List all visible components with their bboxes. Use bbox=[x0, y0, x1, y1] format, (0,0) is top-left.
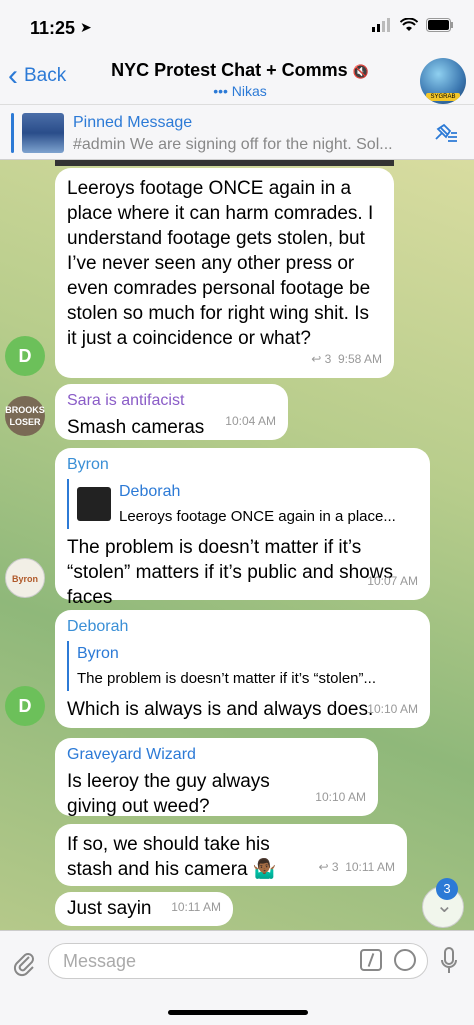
sender-name[interactable]: Deborah bbox=[67, 614, 418, 639]
avatar-badge: SYGRAB bbox=[426, 93, 460, 101]
replies-count[interactable]: ↩ 3 bbox=[311, 352, 331, 366]
back-label: Back bbox=[24, 65, 67, 86]
location-icon: ➤ bbox=[80, 19, 92, 35]
message-bubble[interactable]: Just sayin 10:11 AM bbox=[55, 892, 233, 926]
pinned-text: #admin We are signing off for the night.… bbox=[73, 136, 393, 153]
message-meta: ↩ 3 9:58 AM bbox=[311, 347, 382, 372]
reply-text: The problem is doesn’t matter if it’s “s… bbox=[77, 670, 377, 687]
avatar[interactable]: D bbox=[5, 686, 45, 726]
message-text: Leeroys footage ONCE again in a place wh… bbox=[67, 178, 374, 349]
reply-text: Leeroys footage ONCE again in a place... bbox=[119, 508, 396, 525]
message-text: If so, we should take his stash and his … bbox=[67, 834, 277, 880]
message-placeholder: Message bbox=[63, 951, 137, 971]
message-time: 10:04 AM bbox=[225, 414, 276, 428]
avatar[interactable]: BROOKS LOSER bbox=[5, 396, 45, 436]
chat-title: NYC Protest Chat + Comms 🔇 bbox=[111, 60, 369, 80]
unread-badge: 3 bbox=[436, 878, 458, 900]
battery-icon bbox=[426, 18, 453, 32]
message-time: 10:10 AM bbox=[367, 702, 418, 716]
back-button[interactable]: ‹ Back bbox=[8, 59, 67, 92]
message-bubble[interactable]: If so, we should take his stash and his … bbox=[55, 824, 407, 886]
sticker-icon[interactable] bbox=[394, 949, 416, 971]
replies-count[interactable]: ↩ 3 bbox=[318, 860, 338, 874]
message-time: 9:58 AM bbox=[337, 352, 382, 366]
pinned-indicator bbox=[11, 113, 14, 153]
reply-preview[interactable]: Deborah Leeroys footage ONCE again in a … bbox=[67, 479, 418, 529]
group-avatar[interactable]: SYGRAB bbox=[420, 58, 466, 104]
home-indicator bbox=[168, 1010, 308, 1015]
sender-name[interactable]: Graveyard Wizard bbox=[67, 742, 366, 767]
reply-thumbnail bbox=[77, 487, 111, 521]
microphone-icon[interactable] bbox=[440, 947, 458, 975]
pinned-title: Pinned Message bbox=[73, 114, 193, 131]
message-text: Which is always is and always does. bbox=[67, 699, 374, 720]
chevron-left-icon: ‹ bbox=[8, 59, 18, 92]
message-text: Is leeroy the guy always giving out weed… bbox=[67, 771, 270, 817]
media-strip bbox=[55, 160, 394, 166]
message-time: 10:11 AM bbox=[345, 860, 395, 874]
sender-name[interactable]: Byron bbox=[67, 452, 418, 477]
signal-icon bbox=[372, 18, 390, 32]
chat-subtitle: ••• Nikas bbox=[213, 83, 267, 99]
message-bubble[interactable]: Leeroys footage ONCE again in a place wh… bbox=[55, 168, 394, 378]
input-bar: Message bbox=[0, 930, 474, 1025]
message-bubble[interactable]: Graveyard Wizard Is leeroy the guy alway… bbox=[55, 738, 378, 817]
reply-preview[interactable]: Byron The problem is doesn’t matter if i… bbox=[67, 641, 418, 691]
message-text: The problem is doesn’t matter if it’s “s… bbox=[67, 537, 393, 608]
message-bubble[interactable]: Sara is antifacist Smash cameras 10:04 A… bbox=[55, 384, 288, 440]
pinned-thumbnail bbox=[22, 113, 64, 153]
avatar[interactable]: Byron bbox=[5, 558, 45, 598]
commands-icon[interactable] bbox=[360, 949, 382, 971]
chat-title-area[interactable]: NYC Protest Chat + Comms 🔇 ••• Nikas bbox=[90, 60, 390, 99]
wifi-icon bbox=[400, 18, 418, 31]
message-bubble[interactable]: Deborah Byron The problem is doesn’t mat… bbox=[55, 610, 430, 728]
status-bar: 11:25 ➤ bbox=[0, 0, 474, 56]
message-time: 10:10 AM bbox=[315, 790, 366, 804]
reply-sender: Deborah bbox=[119, 483, 181, 500]
message-time: 10:07 AM bbox=[367, 574, 418, 588]
message-bubble[interactable]: Byron Deborah Leeroys footage ONCE again… bbox=[55, 448, 430, 608]
status-time: 11:25 bbox=[30, 18, 76, 38]
message-meta: ↩ 3 10:11 AM bbox=[318, 855, 395, 880]
message-time: 10:11 AM bbox=[171, 900, 221, 914]
reply-sender: Byron bbox=[77, 645, 119, 662]
pinned-message[interactable]: Pinned Message #admin We are signing off… bbox=[0, 104, 474, 160]
attach-icon[interactable] bbox=[12, 949, 36, 977]
mute-icon: 🔇 bbox=[352, 64, 369, 79]
message-list[interactable]: Leeroys footage ONCE again in a place wh… bbox=[0, 160, 474, 930]
chat-header: ‹ Back NYC Protest Chat + Comms 🔇 ••• Ni… bbox=[0, 56, 474, 104]
pinned-list-icon[interactable] bbox=[432, 123, 458, 145]
avatar[interactable]: D bbox=[5, 336, 45, 376]
